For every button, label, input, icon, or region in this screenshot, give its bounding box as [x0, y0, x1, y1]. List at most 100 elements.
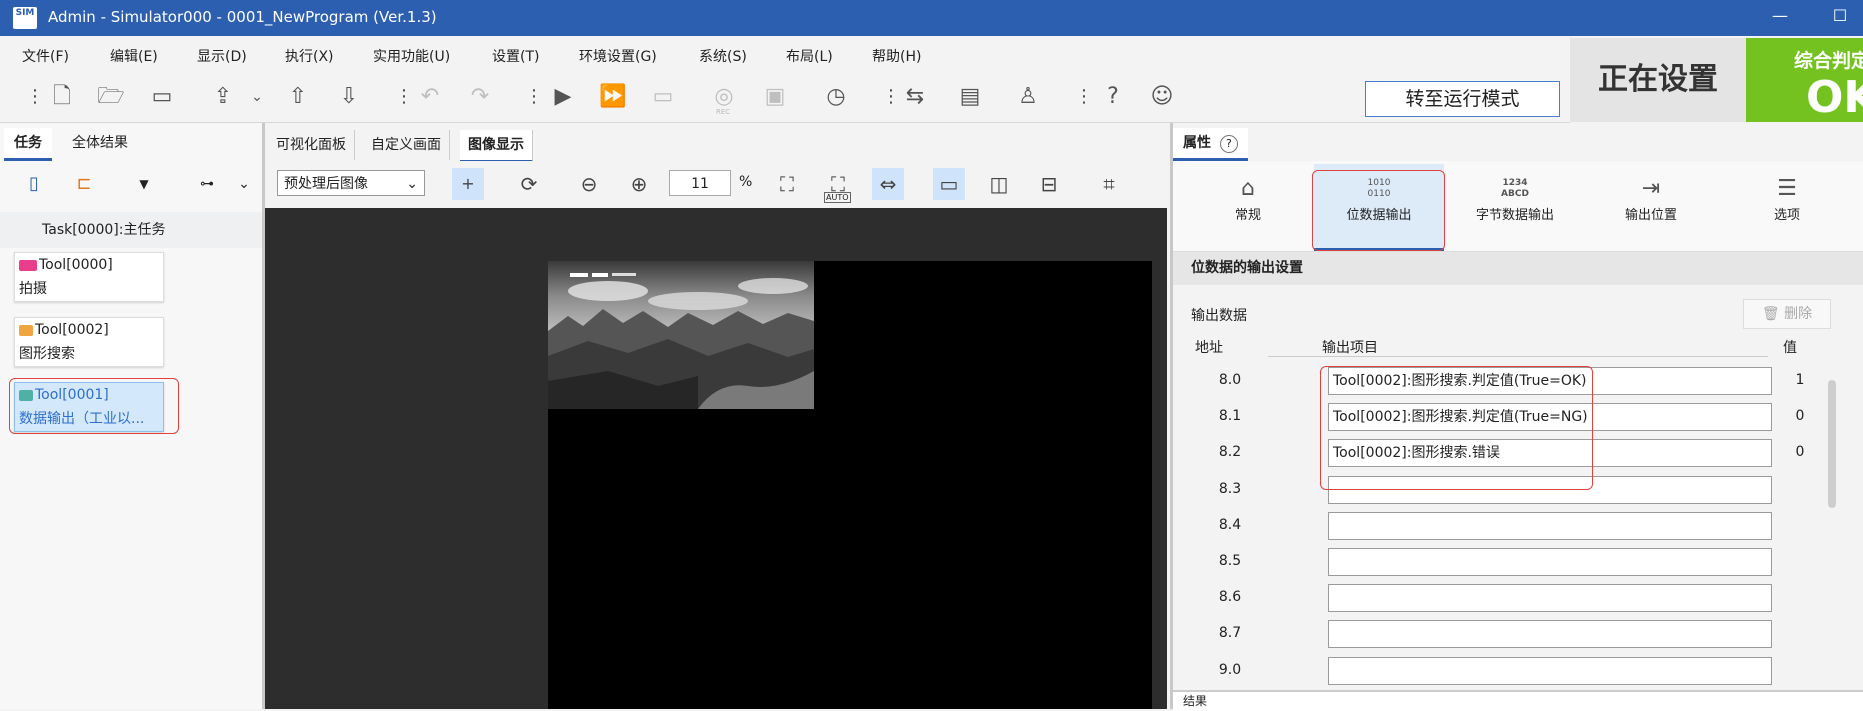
- tab-general-label: 常规: [1234, 208, 1261, 223]
- tab-task[interactable]: 任务: [4, 128, 52, 161]
- tab-output-position[interactable]: ⇥ 输出位置: [1586, 164, 1716, 248]
- zoom-out-icon[interactable]: ⊖: [573, 168, 605, 200]
- refresh-image-icon[interactable]: ⟳: [513, 168, 545, 200]
- maximize-button[interactable]: ☐: [1820, 6, 1860, 25]
- row-output-item-field[interactable]: [1328, 548, 1772, 576]
- tab-all-results[interactable]: 全体结果: [62, 128, 138, 158]
- menu-system[interactable]: 系统(S): [699, 46, 747, 66]
- section-title: 位数据的输出设置: [1173, 252, 1863, 285]
- tool-card[interactable]: Tool[0002] 图形搜索: [14, 317, 164, 367]
- vertical-scrollbar[interactable]: [1828, 380, 1836, 508]
- tab-image-display[interactable]: 图像显示: [460, 130, 533, 163]
- row-value: 1: [1795, 372, 1805, 388]
- menu-layout[interactable]: 布局(L): [786, 46, 833, 66]
- zoom-input[interactable]: 11: [669, 170, 731, 196]
- rec-label: REC: [716, 108, 731, 116]
- run-once-icon[interactable]: ▶: [548, 82, 578, 112]
- open-folder-icon[interactable]: 🗁: [96, 82, 126, 112]
- menu-file[interactable]: 文件(F): [22, 46, 69, 66]
- output-position-icon: ⇥: [1641, 176, 1661, 201]
- filter-icon[interactable]: ▼: [132, 172, 156, 196]
- tab-output-position-label: 输出位置: [1624, 208, 1677, 223]
- row-address: 8.3: [1218, 481, 1242, 497]
- panel-layout-icon[interactable]: ▯: [22, 172, 46, 196]
- fit-window-icon[interactable]: ⛶: [771, 168, 803, 200]
- tool-id: Tool[0002]: [35, 322, 109, 338]
- user-switch-icon[interactable]: ♙: [1013, 82, 1043, 112]
- download-icon[interactable]: ⇩: [334, 82, 364, 112]
- column-header-item: 输出项目: [1322, 340, 1378, 356]
- image-source-select[interactable]: 预处理后图像 ⌄: [277, 170, 425, 196]
- save-icon[interactable]: ▭: [147, 82, 177, 112]
- menu-execute[interactable]: 执行(X): [285, 46, 334, 66]
- stop-icon[interactable]: ▭: [648, 82, 678, 112]
- app-logo: SIM: [13, 7, 37, 29]
- tool-card[interactable]: Tool[0000] 拍摄: [14, 252, 164, 302]
- tab-general[interactable]: ⌂ 常规: [1183, 164, 1313, 248]
- menu-edit[interactable]: 编辑(E): [110, 46, 158, 66]
- menu-utility[interactable]: 实用功能(U): [373, 46, 450, 66]
- setting-status: 正在设置: [1570, 38, 1746, 122]
- row-address: 8.0: [1218, 372, 1242, 388]
- row-output-item-field[interactable]: [1328, 512, 1772, 540]
- row-output-item-field[interactable]: [1328, 620, 1772, 648]
- row-address: 9.0: [1218, 662, 1242, 678]
- tab-custom-screen[interactable]: 自定义画面: [363, 130, 450, 160]
- menu-env-settings[interactable]: 环境设置(G): [579, 46, 657, 66]
- new-file-icon[interactable]: 🗋: [47, 82, 77, 112]
- task-label: Task[0000]:主任务: [42, 222, 166, 238]
- tree-view-icon[interactable]: ⊶: [195, 172, 219, 196]
- column-header-value: 值: [1783, 340, 1797, 356]
- minimize-button[interactable]: —: [1760, 6, 1800, 25]
- menu-view[interactable]: 显示(D): [197, 46, 247, 66]
- flow-icon[interactable]: ⊏: [72, 172, 96, 196]
- highlight-box: [9, 378, 179, 434]
- output-data-label: 输出数据: [1191, 308, 1247, 324]
- image-record-icon[interactable]: ▣: [760, 82, 790, 112]
- timer-icon[interactable]: ◷: [821, 82, 851, 112]
- single-view-icon[interactable]: ▭: [933, 168, 965, 200]
- split-horizontal-icon[interactable]: ⊟: [1033, 168, 1065, 200]
- sync-view-icon[interactable]: ⇔: [872, 168, 904, 200]
- menu-settings[interactable]: 设置(T): [492, 46, 539, 66]
- tool-card-name: 图形搜索: [19, 346, 75, 362]
- help-icon[interactable]: ?: [1098, 82, 1128, 112]
- help-icon[interactable]: ?: [1219, 135, 1238, 153]
- delete-button[interactable]: 🗑 删除: [1743, 299, 1831, 329]
- export-icon[interactable]: ⇪: [208, 82, 238, 112]
- split-vertical-icon[interactable]: ◫: [983, 168, 1015, 200]
- menu-help[interactable]: 帮助(H): [872, 46, 921, 66]
- add-region-icon[interactable]: +: [452, 168, 484, 200]
- tab-options[interactable]: ☰ 选项: [1722, 164, 1852, 248]
- properties-title: 属性: [1183, 135, 1211, 151]
- toolbar-separator: ⋮: [395, 86, 413, 107]
- chevron-down-icon[interactable]: ⌄: [232, 172, 256, 196]
- bytes-icon: 1234 ABCD: [1501, 178, 1529, 199]
- row-output-item-field[interactable]: [1328, 584, 1772, 612]
- support-icon[interactable]: ☺: [1147, 82, 1177, 112]
- row-value: 0: [1795, 444, 1805, 460]
- overall-judge-value: OK: [1806, 72, 1863, 122]
- row-address: 8.6: [1218, 589, 1242, 605]
- tab-byte-data-output-label: 字节数据输出: [1475, 208, 1554, 223]
- zoom-in-icon[interactable]: ⊕: [623, 168, 655, 200]
- switch-run-mode-button[interactable]: 转至运行模式: [1365, 81, 1560, 117]
- chevron-down-icon[interactable]: ⌄: [242, 82, 272, 112]
- tool-id: Tool[0000]: [39, 257, 113, 273]
- camera-icon: [19, 259, 37, 271]
- tab-byte-data-output[interactable]: 1234 ABCD 字节数据输出: [1450, 164, 1580, 248]
- undo-icon[interactable]: ↶: [415, 82, 445, 112]
- options-icon: ☰: [1777, 176, 1797, 201]
- row-output-item-field[interactable]: [1328, 657, 1772, 685]
- upload-icon[interactable]: ⇧: [283, 82, 313, 112]
- io-switch-icon[interactable]: ⇆: [900, 82, 930, 112]
- task-row[interactable]: Task[0000]:主任务: [0, 212, 262, 248]
- toolbar-separator: ⋮: [525, 86, 543, 107]
- region-frame-icon[interactable]: ⌗: [1093, 168, 1125, 200]
- properties-tab[interactable]: 属性 ?: [1173, 128, 1248, 161]
- tab-visual-panel[interactable]: 可视化面板: [268, 130, 355, 160]
- search-shape-icon: [19, 324, 33, 336]
- redo-icon[interactable]: ↷: [465, 82, 495, 112]
- monitor-icon[interactable]: ▤: [955, 82, 985, 112]
- run-continuous-icon[interactable]: ⏩: [598, 82, 628, 112]
